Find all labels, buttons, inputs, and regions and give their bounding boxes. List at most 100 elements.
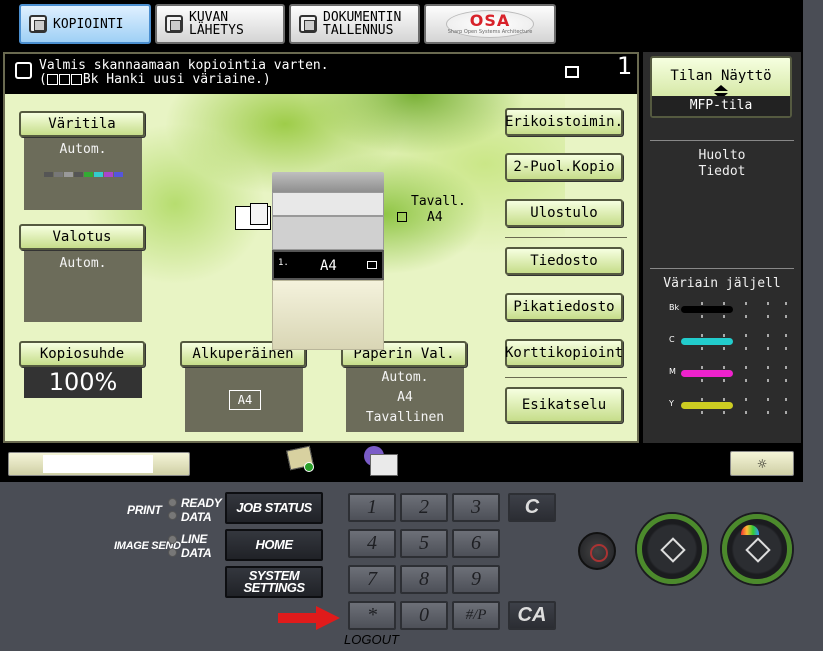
toner-row: Bk — [661, 302, 791, 318]
message-line-2: (Bk Hanki uusi väriaine.) — [39, 72, 271, 89]
quick-file-button[interactable]: Pikatiedosto — [505, 293, 623, 321]
keypad-key-1[interactable]: 1 — [348, 493, 396, 522]
machine-base — [272, 280, 384, 350]
output-tray-icon — [397, 212, 407, 222]
output-button[interactable]: Ulostulo — [505, 199, 623, 227]
file-button[interactable]: Tiedosto — [505, 247, 623, 275]
osa-logo: OSA Sharp Open Systems Architecture — [446, 10, 534, 38]
print-ready-led — [168, 498, 177, 507]
color-mode-value-box: Autom. — [24, 128, 142, 210]
job-progress-field — [43, 455, 153, 473]
keypad-key-5[interactable]: 5 — [400, 529, 448, 558]
logout-label: LOGOUT — [344, 632, 399, 647]
brightness-button[interactable]: ☼ — [730, 451, 794, 476]
color-mode-button[interactable]: Väritila — [19, 111, 145, 137]
machine-scanner — [272, 172, 384, 194]
color-start-button[interactable] — [722, 514, 792, 584]
color-swatch — [94, 172, 103, 177]
clear-button[interactable]: C — [508, 493, 556, 522]
keypad-key-star[interactable]: * — [348, 601, 396, 630]
touch-screen: KOPIOINTI KUVAN LÄHETYS DOKUMENTIN TALLENN… — [0, 0, 803, 482]
output-tray-size: A4 — [427, 210, 443, 225]
toner-row: Y — [661, 398, 791, 414]
right-status-column: Tilan Näyttö MFP-tila Huolto Tiedot Väri… — [643, 52, 801, 443]
toner-boxes-icon — [46, 74, 83, 89]
paper-value-1: Autom. — [381, 370, 429, 385]
keypad-key-6[interactable]: 6 — [452, 529, 500, 558]
output-tray-type: Tavall. — [411, 194, 466, 209]
machine-output-area — [272, 216, 384, 250]
machine-illustration[interactable]: 1. A4 — [272, 172, 386, 364]
keypad-key-7[interactable]: 7 — [348, 565, 396, 594]
red-arrow-annotation — [278, 606, 342, 630]
keypad-key-0[interactable]: 0 — [400, 601, 448, 630]
keypad-key-8[interactable]: 8 — [400, 565, 448, 594]
job-status-icon[interactable] — [286, 445, 316, 474]
paper-value-box: Autom. A4 Tavallinen — [346, 364, 464, 432]
paper-tray-indicator[interactable]: 1. A4 — [272, 250, 384, 280]
image-send-icon — [165, 15, 183, 33]
toner-label: Y — [669, 399, 674, 408]
keypad-key-2[interactable]: 2 — [400, 493, 448, 522]
mfp-mode-label: MFP-tila — [652, 96, 790, 116]
printer-icon[interactable] — [364, 446, 400, 478]
ratio-value: 100% — [24, 366, 142, 398]
keypad-key-9[interactable]: 9 — [452, 565, 500, 594]
tab-copy-label: KOPIOINTI — [53, 16, 124, 32]
color-rainbow-icon — [741, 525, 759, 535]
color-swatches — [44, 172, 124, 177]
color-swatch — [54, 172, 63, 177]
toner-row: C — [661, 334, 791, 350]
system-settings-button[interactable]: SYSTEM SETTINGS — [225, 566, 323, 598]
bw-start-button[interactable] — [637, 514, 707, 584]
job-status-button[interactable]: JOB STATUS — [225, 492, 323, 524]
machine-body — [272, 192, 384, 216]
toner-bar — [681, 370, 733, 377]
data-label: DATA — [181, 510, 212, 524]
divider — [505, 377, 627, 378]
keypad-key-hash-p[interactable]: #/P — [452, 601, 500, 630]
copies-icon — [565, 66, 579, 78]
color-swatch — [74, 172, 83, 177]
toner-row: M — [661, 366, 791, 382]
special-modes-button[interactable]: Erikoistoimin. — [505, 108, 623, 136]
clear-all-button[interactable]: CA — [508, 601, 556, 630]
print-label: PRINT — [127, 503, 162, 517]
ready-label: READY — [181, 496, 222, 510]
toner-label: C — [669, 335, 675, 344]
card-copy-button[interactable]: Korttikopioint — [505, 339, 623, 367]
original-placement-icon — [235, 203, 271, 230]
tab-copy[interactable]: KOPIOINTI — [19, 4, 151, 44]
duplex-copy-button[interactable]: 2-Puol.Kopio — [505, 153, 623, 181]
exposure-button[interactable]: Valotus — [19, 224, 145, 250]
line-label: LINE — [181, 532, 208, 546]
home-button[interactable]: HOME — [225, 529, 323, 561]
keypad-key-4[interactable]: 4 — [348, 529, 396, 558]
paper-value-3: Tavallinen — [365, 410, 445, 425]
stop-button[interactable] — [578, 532, 616, 570]
tab-document-filing[interactable]: DOKUMENTIN TALLENNUS — [289, 4, 420, 44]
status-display-button[interactable]: Tilan Näyttö MFP-tila — [650, 56, 792, 118]
document-filing-icon — [299, 15, 317, 33]
color-swatch — [84, 172, 93, 177]
print-data-led — [168, 511, 177, 520]
brightness-icon: ☼ — [757, 454, 767, 473]
tab-osa[interactable]: OSA Sharp Open Systems Architecture — [424, 4, 556, 44]
output-tray-info: Tavall. A4 — [397, 194, 466, 226]
tab-image-send-label: KUVAN LÄHETYS — [189, 10, 244, 38]
preview-button[interactable]: Esikatselu — [505, 387, 623, 423]
color-swatch — [114, 172, 123, 177]
keypad-key-3[interactable]: 3 — [452, 493, 500, 522]
copy-count: 1 — [617, 52, 633, 80]
job-progress-bar[interactable] — [8, 452, 190, 476]
toner-bar — [681, 402, 733, 409]
divider — [650, 140, 794, 141]
copy-panel: Valmis skannaamaan kopiointia varten. (B… — [3, 52, 639, 443]
color-swatch — [44, 172, 53, 177]
exposure-value: Autom. — [59, 256, 107, 271]
copy-ratio-button[interactable]: Kopiosuhde — [19, 341, 145, 367]
message-icon — [15, 62, 32, 79]
original-size-icon: A4 — [229, 390, 261, 410]
tab-image-send[interactable]: KUVAN LÄHETYS — [155, 4, 285, 44]
paper-value-2: A4 — [397, 390, 413, 405]
